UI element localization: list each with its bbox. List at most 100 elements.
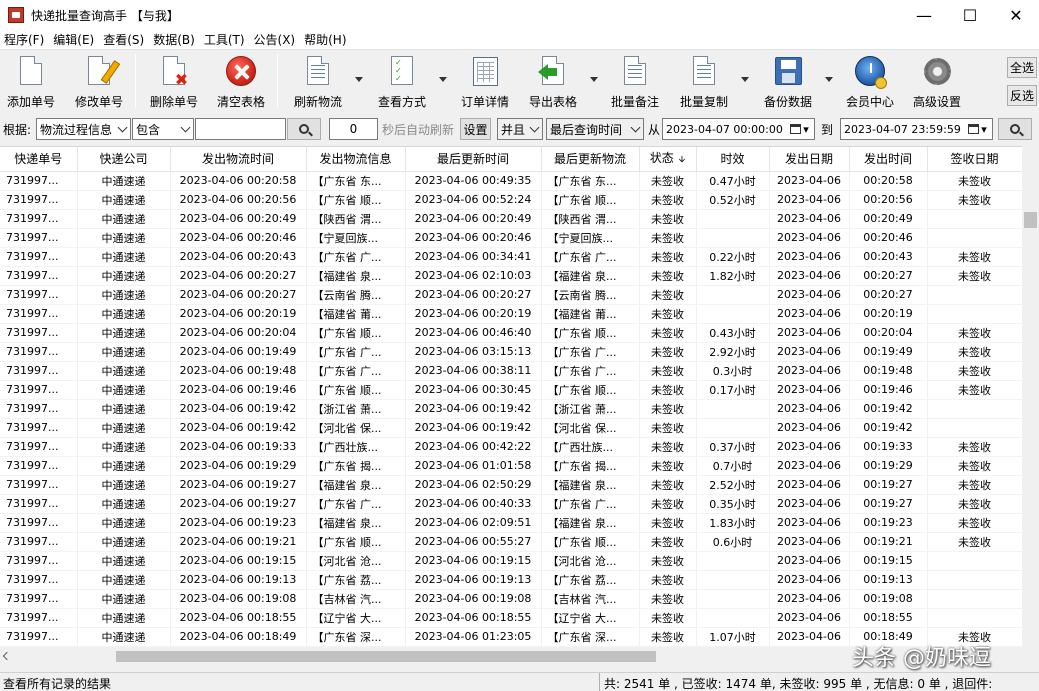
column-header-courier[interactable]: 快递公司 — [77, 147, 171, 172]
menu-program[interactable]: 程序(F) — [4, 31, 44, 48]
batch-copy-button[interactable]: 批量复制 — [676, 54, 732, 110]
batch-copy-dropdown-arrow-icon[interactable] — [741, 77, 749, 82]
scroll-left-arrow-icon[interactable] — [2, 651, 12, 661]
menu-announcement[interactable]: 公告(X) — [254, 31, 296, 48]
modify-order-button[interactable]: 修改单号 — [72, 54, 126, 110]
vertical-scrollbar[interactable] — [1022, 146, 1039, 647]
table-row[interactable]: 731997... 中通速递 2023-04-06 00:19:42 【浙江省 萧..… — [0, 399, 1022, 419]
table-row[interactable]: 731997... 中通速递 2023-04-06 00:20:27 【云南省 腾..… — [0, 285, 1022, 305]
search-button[interactable] — [287, 118, 321, 140]
batch-note-button[interactable]: 批量备注 — [608, 54, 662, 110]
filter-field-select[interactable]: 物流过程信息 — [36, 118, 131, 140]
table-row[interactable]: 731997... 中通速递 2023-04-06 00:19:29 【广东省 揭..… — [0, 456, 1022, 476]
add-order-button[interactable]: 添加单号 — [4, 54, 58, 110]
table-row[interactable]: 731997... 中通速递 2023-04-06 00:18:55 【辽宁省 大..… — [0, 608, 1022, 628]
checklist-icon — [387, 56, 417, 87]
tracking-number-cell: 731997... — [0, 513, 78, 533]
column-header-ship-time[interactable]: 发出物流时间 — [170, 147, 307, 172]
menu-edit[interactable]: 编辑(E) — [53, 31, 94, 48]
vertical-scroll-thumb[interactable] — [1024, 212, 1037, 228]
time-field-select[interactable]: 最后查询时间 — [546, 118, 644, 140]
results-grid[interactable]: 快递单号 快递公司 发出物流时间 发出物流信息 最后更新时间 最后更新物流 状态… — [0, 146, 1022, 647]
table-row[interactable]: 731997... 中通速递 2023-04-06 00:19:21 【广东省 顺..… — [0, 532, 1022, 552]
column-header-ship-date[interactable]: 发出日期 — [769, 147, 850, 172]
date-search-button[interactable] — [998, 118, 1032, 140]
table-row[interactable]: 731997... 中通速递 2023-04-06 00:19:13 【广东省 荔..… — [0, 570, 1022, 590]
export-table-button[interactable]: 导出表格 — [525, 54, 581, 110]
table-row[interactable]: 731997... 中通速递 2023-04-06 00:20:58 【广东省 东..… — [0, 171, 1022, 191]
menu-tools[interactable]: 工具(T) — [204, 31, 245, 48]
table-row[interactable]: 731997... 中通速递 2023-04-06 00:19:33 【广西壮族...… — [0, 437, 1022, 457]
table-row[interactable]: 731997... 中通速递 2023-04-06 00:20:04 【广东省 顺..… — [0, 323, 1022, 343]
table-row[interactable]: 731997... 中通速递 2023-04-06 00:20:56 【广东省 顺..… — [0, 190, 1022, 210]
chevron-down-icon: ▾ — [981, 122, 987, 136]
refresh-logistics-label: 刷新物流 — [293, 95, 342, 109]
table-row[interactable]: 731997... 中通速递 2023-04-06 00:20:46 【宁夏回族...… — [0, 228, 1022, 248]
ship-clock-cell: 00:19:08 — [849, 589, 928, 609]
table-row[interactable]: 731997... 中通速递 2023-04-06 00:20:19 【福建省 莆..… — [0, 304, 1022, 324]
view-mode-dropdown-arrow-icon[interactable] — [439, 77, 447, 82]
delete-order-button[interactable]: ✖ 删除单号 — [147, 54, 201, 110]
export-table-label: 导出表格 — [528, 95, 577, 109]
order-detail-button[interactable]: 订单详情 — [458, 54, 512, 110]
match-mode-select[interactable]: 包含 — [132, 118, 194, 140]
member-center-button[interactable]: 会员中心 — [843, 54, 897, 110]
tracking-number-cell: 731997... — [0, 627, 78, 647]
match-mode-value: 包含 — [136, 122, 161, 137]
minimize-button[interactable]: — — [901, 0, 947, 30]
duration-cell: 0.35小时 — [696, 494, 770, 514]
maximize-button[interactable]: ☐ — [947, 0, 993, 30]
table-row[interactable]: 731997... 中通速递 2023-04-06 00:19:08 【吉林省 汽..… — [0, 589, 1022, 609]
table-row[interactable]: 731997... 中通速递 2023-04-06 00:19:27 【广东省 广..… — [0, 494, 1022, 514]
advanced-settings-button[interactable]: 高级设置 — [910, 54, 964, 110]
horizontal-scroll-thumb[interactable] — [116, 651, 656, 662]
table-row[interactable]: 731997... 中通速递 2023-04-06 00:19:49 【广东省 广..… — [0, 342, 1022, 362]
column-header-signed-date[interactable]: 签收日期 — [927, 147, 1022, 172]
table-row[interactable]: 731997... 中通速递 2023-04-06 00:19:48 【广东省 广..… — [0, 361, 1022, 381]
courier-cell: 中通速递 — [77, 456, 171, 476]
calendar-icon[interactable] — [968, 124, 979, 134]
column-header-tracking-number[interactable]: 快递单号 — [0, 147, 78, 172]
column-header-duration[interactable]: 时效 — [696, 147, 770, 172]
to-datetime-picker[interactable]: 2023-04-07 23:59:59 ▾ — [840, 118, 993, 140]
last-update-time-cell: 2023-04-06 00:19:42 — [405, 418, 542, 438]
refresh-dropdown-arrow-icon[interactable] — [355, 77, 363, 82]
table-row[interactable]: 731997... 中通速递 2023-04-06 00:20:27 【福建省 泉..… — [0, 266, 1022, 286]
column-header-ship-clock[interactable]: 发出时间 — [849, 147, 928, 172]
refresh-settings-button[interactable]: 设置 — [460, 118, 491, 140]
menu-help[interactable]: 帮助(H) — [304, 31, 346, 48]
table-row[interactable]: 731997... 中通速递 2023-04-06 00:20:49 【陕西省 渭..… — [0, 209, 1022, 229]
ship-info-cell: 【福建省 莆... — [306, 304, 406, 324]
menu-view[interactable]: 查看(S) — [103, 31, 144, 48]
logic-select[interactable]: 并且 — [497, 118, 543, 140]
backup-dropdown-arrow-icon[interactable] — [825, 77, 833, 82]
column-header-last-update-info[interactable]: 最后更新物流 — [541, 147, 640, 172]
invert-selection-button[interactable]: 反选 — [1007, 85, 1037, 106]
select-all-button[interactable]: 全选 — [1007, 57, 1037, 78]
keyword-input[interactable] — [195, 118, 286, 140]
table-row[interactable]: 731997... 中通速递 2023-04-06 00:19:27 【福建省 泉..… — [0, 475, 1022, 495]
column-header-status[interactable]: 状态 🡫 — [639, 147, 697, 172]
last-update-time-cell: 2023-04-06 01:01:58 — [405, 456, 542, 476]
table-row[interactable]: 731997... 中通速递 2023-04-06 00:19:23 【福建省 泉..… — [0, 513, 1022, 533]
courier-cell: 中通速递 — [77, 285, 171, 305]
view-mode-button[interactable]: 查看方式 — [374, 54, 430, 110]
table-row[interactable]: 731997... 中通速递 2023-04-06 00:19:46 【广东省 顺..… — [0, 380, 1022, 400]
calendar-icon[interactable] — [790, 124, 801, 134]
tracking-number-cell: 731997... — [0, 380, 78, 400]
export-dropdown-arrow-icon[interactable] — [590, 77, 598, 82]
column-header-last-update-time[interactable]: 最后更新时间 — [405, 147, 542, 172]
export-arrow-icon — [538, 56, 568, 87]
from-datetime-picker[interactable]: 2023-04-07 00:00:00 ▾ — [662, 118, 815, 140]
chevron-down-icon: ▾ — [803, 122, 809, 136]
table-row[interactable]: 731997... 中通速递 2023-04-06 00:20:43 【广东省 广..… — [0, 247, 1022, 267]
backup-data-button[interactable]: 备份数据 — [760, 54, 816, 110]
refresh-seconds-input[interactable]: 0 — [329, 118, 378, 140]
table-row[interactable]: 731997... 中通速递 2023-04-06 00:19:42 【河北省 保..… — [0, 418, 1022, 438]
menu-data[interactable]: 数据(B) — [153, 31, 195, 48]
refresh-logistics-button[interactable]: 刷新物流 — [290, 54, 346, 110]
close-button[interactable]: ✕ — [993, 0, 1039, 30]
table-row[interactable]: 731997... 中通速递 2023-04-06 00:19:15 【河北省 沧..… — [0, 551, 1022, 571]
clear-table-button[interactable]: 清空表格 — [214, 54, 268, 110]
column-header-ship-info[interactable]: 发出物流信息 — [306, 147, 406, 172]
